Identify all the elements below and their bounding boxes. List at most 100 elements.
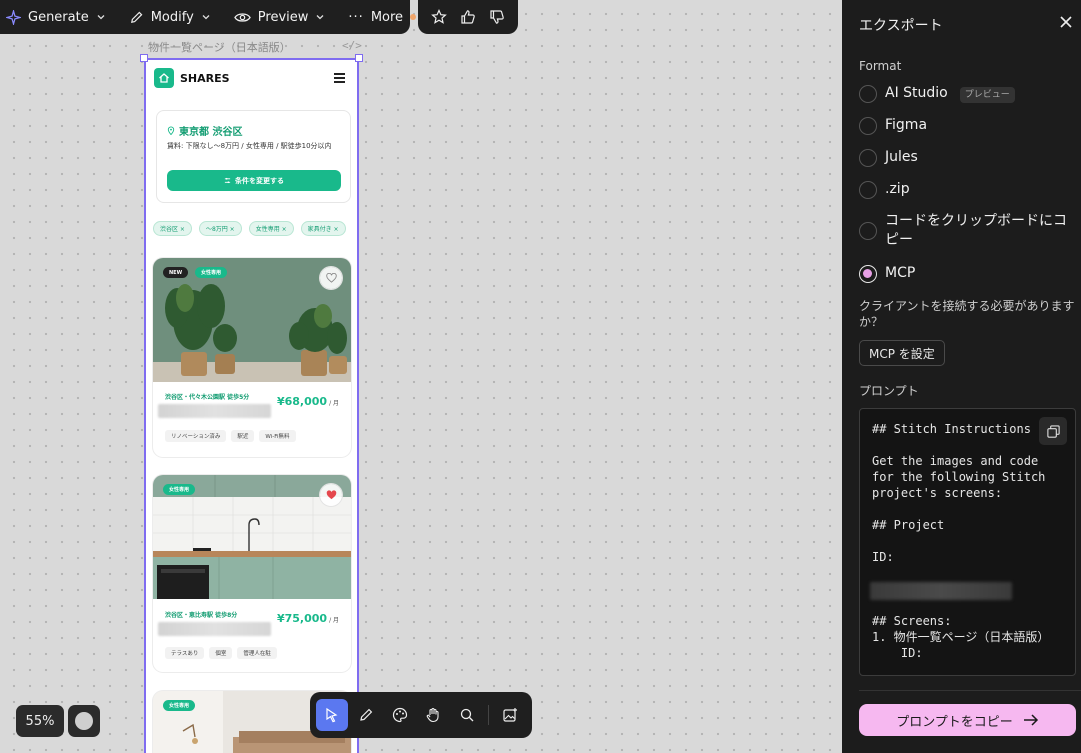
configure-mcp-button[interactable]: MCP を設定	[859, 340, 945, 366]
prompt-text-bottom: ## Screens: 1. 物件一覧ページ（日本語版） ID:	[872, 614, 1050, 660]
amenity-tag: リノベーション済み	[165, 430, 227, 442]
filter-chip[interactable]: 〜8万円 ×	[198, 221, 242, 236]
palette-icon	[392, 707, 407, 723]
panel-title: エクスポート	[859, 18, 943, 34]
thumbs-down-icon	[490, 10, 505, 24]
code-icon[interactable]: </>	[342, 39, 362, 52]
option-label: .zip	[885, 181, 910, 197]
new-badge: NEW	[163, 267, 189, 278]
amenity-tag: 管理人在駐	[237, 647, 277, 659]
hamburger-menu-icon[interactable]	[334, 73, 345, 85]
price-value: ¥75,000	[276, 612, 328, 625]
modify-label: Modify	[150, 9, 194, 25]
notification-dot	[410, 14, 417, 20]
theme-tool[interactable]	[384, 699, 416, 731]
client-hint: クライアントを接続する必要がありますか？	[859, 299, 1075, 329]
property-card[interactable]: 女性専用 渋谷区・恵比寿駅 徒歩8分 ¥75,000/ 月 テラスあり 個室 管…	[153, 475, 351, 672]
women-only-badge: 女性専用	[195, 267, 228, 278]
export-panel: エクスポート Format AI Studio プレビュー Figma Jule…	[842, 0, 1081, 753]
star-button[interactable]	[426, 4, 452, 30]
search-condition-card: 東京都 渋谷区 賃料: 下限なし〜8万円 / 女性専用 / 駅徒歩10分以内 条…	[156, 110, 351, 203]
change-conditions-button[interactable]: 条件を変更する	[167, 170, 341, 191]
price-value: ¥68,000	[276, 395, 328, 408]
phone-frame[interactable]: SHARES 東京都 渋谷区 賃料: 下限なし〜8万円 / 女性専用 / 駅徒歩…	[144, 58, 359, 753]
filter-icon	[224, 177, 231, 184]
radio-button[interactable]	[859, 222, 877, 240]
zoom-tool[interactable]	[451, 699, 483, 731]
preview-badge: プレビュー	[959, 87, 1015, 103]
copy-prompt-button[interactable]: プロンプトをコピー	[859, 704, 1076, 736]
price: ¥75,000/ 月	[277, 612, 339, 625]
option-label: MCP	[885, 265, 916, 281]
feedback-toolbar	[418, 0, 518, 34]
filter-chip[interactable]: 女性専用 ×	[248, 221, 294, 236]
copy-prompt-icon-button[interactable]	[1039, 417, 1067, 445]
thumbs-down-button[interactable]	[484, 4, 510, 30]
theme-toggle-button[interactable]	[68, 705, 100, 737]
hand-icon	[427, 707, 439, 723]
thumbs-up-icon	[461, 10, 475, 24]
option-label: Figma	[885, 117, 928, 133]
property-image: 女性専用	[153, 475, 351, 599]
eye-icon	[234, 12, 251, 22]
draw-tool[interactable]	[350, 699, 382, 731]
thumbs-up-button[interactable]	[455, 4, 481, 30]
sparkle-icon	[6, 9, 21, 25]
women-only-badge: 女性専用	[163, 484, 196, 495]
chevron-down-icon	[316, 15, 324, 20]
select-tool[interactable]	[316, 699, 348, 731]
more-button[interactable]: ··· More	[342, 0, 425, 34]
generate-button[interactable]: Generate	[0, 0, 115, 34]
amenity-tag: 個室	[209, 647, 233, 659]
format-option-jules[interactable]: Jules	[859, 148, 1074, 167]
zoom-level[interactable]: 55%	[16, 705, 64, 737]
copy-icon	[1046, 424, 1060, 438]
more-dots-icon: ···	[348, 9, 364, 25]
home-logo-icon	[154, 68, 174, 88]
close-icon[interactable]	[1059, 15, 1073, 29]
prompt-label: プロンプト	[859, 384, 919, 398]
radio-button[interactable]	[859, 181, 877, 199]
format-option-clipboard[interactable]: コードをクリップボードにコピー	[859, 212, 1074, 250]
resize-handle[interactable]	[355, 54, 363, 62]
women-only-badge: 女性専用	[163, 700, 196, 711]
more-label: More	[370, 9, 404, 25]
amenity-tags: リノベーション済み 駅近 Wi-Fi無料	[165, 430, 296, 442]
amenity-tags: テラスあり 個室 管理人在駐	[165, 647, 277, 659]
canvas-tools	[310, 692, 532, 738]
format-label: Format	[859, 59, 902, 73]
redacted-title	[158, 622, 271, 636]
radio-button[interactable]	[859, 85, 877, 103]
radio-button-selected[interactable]	[859, 265, 877, 283]
modify-button[interactable]: Modify	[123, 0, 220, 34]
preview-button[interactable]: Preview	[228, 0, 335, 34]
format-option-figma[interactable]: Figma	[859, 116, 1074, 135]
filter-chip[interactable]: 渋谷区 ×	[153, 221, 192, 236]
circle-icon	[75, 712, 93, 730]
star-icon	[430, 9, 447, 24]
pan-tool[interactable]	[417, 699, 449, 731]
option-label: AI Studio	[885, 85, 948, 101]
property-image: NEW 女性専用	[153, 258, 351, 382]
price: ¥68,000/ 月	[277, 395, 339, 408]
prompt-text-top: ## Stitch Instructions Get the images an…	[872, 422, 1046, 564]
resize-handle[interactable]	[140, 54, 148, 62]
favorite-button[interactable]	[320, 484, 342, 506]
pencil-icon	[130, 11, 143, 23]
prompt-textarea[interactable]: ## Stitch Instructions Get the images an…	[859, 408, 1076, 676]
format-option-zip[interactable]: .zip	[859, 180, 1074, 199]
image-add-icon	[503, 708, 518, 722]
heart-filled-icon	[326, 490, 336, 500]
radio-button[interactable]	[859, 117, 877, 135]
radio-button[interactable]	[859, 149, 877, 167]
top-toolbar: Generate Modify Preview ··· More	[0, 0, 417, 34]
add-image-tool[interactable]	[494, 699, 526, 731]
filter-chips: 渋谷区 × 〜8万円 × 女性専用 × 家具付き ×	[153, 221, 357, 236]
format-option-ai-studio[interactable]: AI Studio プレビュー	[859, 84, 1074, 103]
price-unit: / 月	[329, 617, 339, 624]
filter-chip[interactable]: 家具付き ×	[300, 221, 346, 236]
format-option-mcp[interactable]: MCP	[859, 264, 1074, 283]
favorite-button[interactable]	[320, 267, 342, 289]
price-unit: / 月	[329, 400, 339, 407]
property-card[interactable]: NEW 女性専用 渋谷区・代々木公園駅 徒歩5分 ¥68,000/ 月 リノベー…	[153, 258, 351, 457]
